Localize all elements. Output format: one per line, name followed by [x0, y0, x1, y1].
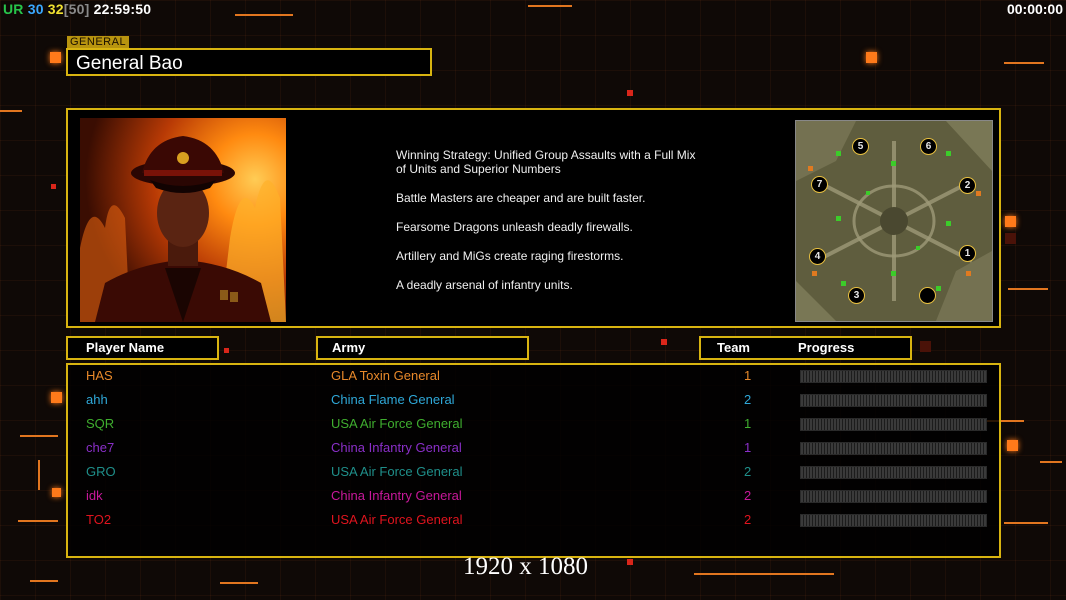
- strategy-line: Battle Masters are cheaper and are built…: [396, 191, 646, 205]
- loading-progress-bar: [800, 418, 987, 431]
- resolution-label: 1920 x 1080: [463, 553, 588, 580]
- loading-progress-bar: [800, 394, 987, 407]
- deco-line: [20, 435, 58, 437]
- deco-line: [30, 580, 58, 582]
- ur-value: 30: [27, 1, 44, 17]
- deco-line: [0, 110, 22, 112]
- general-info-panel: Winning Strategy: Unified Group Assaults…: [66, 108, 1001, 328]
- strategy-line: Winning Strategy: Unified Group Assaults…: [396, 148, 696, 176]
- deco-square: [52, 488, 61, 497]
- player-row: SQR USA Air Force General 1: [68, 415, 999, 439]
- deco-line: [1008, 288, 1048, 290]
- player-team: 1: [744, 368, 752, 383]
- player-name: SQR: [86, 416, 115, 431]
- deco-square: [920, 341, 931, 352]
- deco-line: [528, 5, 572, 7]
- start-position: 3: [848, 287, 865, 304]
- player-name: idk: [86, 488, 103, 503]
- loading-progress-bar: [800, 370, 987, 383]
- deco-square: [224, 348, 229, 353]
- player-team: 2: [744, 488, 752, 503]
- player-team: 1: [744, 416, 752, 431]
- loading-progress-bar: [800, 466, 987, 479]
- player-army: USA Air Force General: [331, 416, 463, 431]
- column-header-army: Army: [316, 336, 529, 360]
- start-position: 4: [809, 248, 826, 265]
- player-team: 2: [744, 464, 752, 479]
- player-team: 2: [744, 512, 752, 527]
- start-position: 2: [959, 177, 976, 194]
- general-portrait-art: [80, 136, 286, 322]
- start-position-empty: [919, 287, 936, 304]
- general-portrait: [80, 118, 286, 322]
- strategy-text: Winning Strategy: Unified Group Assaults…: [396, 148, 706, 307]
- loading-progress-bar: [800, 442, 987, 455]
- deco-square: [1007, 440, 1018, 451]
- column-header-team: Team: [717, 340, 750, 355]
- player-row: ahh China Flame General 2: [68, 391, 999, 415]
- start-position: 5: [852, 138, 869, 155]
- strategy-line: Artillery and MiGs create raging firesto…: [396, 249, 624, 263]
- general-label: GENERAL: [67, 36, 130, 48]
- game-timer: 00:00:00: [1006, 1, 1063, 17]
- player-name: che7: [86, 440, 115, 455]
- player-team: 1: [744, 440, 752, 455]
- deco-square: [51, 184, 56, 189]
- deco-square: [1005, 216, 1016, 227]
- deco-square: [661, 339, 667, 345]
- deco-line: [1004, 522, 1048, 524]
- player-name: ahh: [86, 392, 108, 407]
- deco-line: [1040, 461, 1062, 463]
- deco-line: [235, 14, 293, 16]
- deco-square: [627, 559, 633, 565]
- loading-progress-bar: [800, 490, 987, 503]
- general-name: General Bao: [66, 48, 432, 76]
- ur-label: UR: [3, 1, 24, 17]
- deco-line: [1004, 62, 1044, 64]
- deco-square: [1005, 233, 1016, 244]
- start-position: 6: [920, 138, 937, 155]
- player-row: idk China Infantry General 2: [68, 487, 999, 511]
- deco-square: [51, 392, 62, 403]
- player-army: China Flame General: [331, 392, 455, 407]
- start-position: 1: [959, 245, 976, 262]
- loading-progress-bar: [800, 514, 987, 527]
- column-header-progress: Progress: [798, 340, 855, 355]
- player-row: HAS GLA Toxin General 1: [68, 367, 999, 391]
- player-army: China Infantry General: [331, 440, 462, 455]
- deco-square: [866, 52, 877, 63]
- fps-value: 32: [47, 1, 64, 17]
- deco-line: [220, 582, 258, 584]
- strategy-line: A deadly arsenal of infantry units.: [396, 278, 573, 292]
- fps-max: [50]: [63, 1, 90, 17]
- player-row: che7 China Infantry General 1: [68, 439, 999, 463]
- strategy-line: Fearsome Dragons unleash deadly firewall…: [396, 220, 633, 234]
- player-list: HAS GLA Toxin General 1 ahh China Flame …: [66, 363, 1001, 558]
- player-army: USA Air Force General: [331, 512, 463, 527]
- player-team: 2: [744, 392, 752, 407]
- map-terrain: [796, 121, 992, 321]
- deco-line: [694, 573, 834, 575]
- player-army: China Infantry General: [331, 488, 462, 503]
- player-army: GLA Toxin General: [331, 368, 440, 383]
- player-row: TO2 USA Air Force General 2: [68, 511, 999, 535]
- deco-line: [38, 460, 40, 490]
- player-name: TO2: [86, 512, 112, 527]
- column-header-team-progress: Team Progress: [699, 336, 912, 360]
- player-army: USA Air Force General: [331, 464, 463, 479]
- performance-readout: UR 30 32[50] 22:59:50: [3, 1, 151, 17]
- deco-square: [627, 90, 633, 96]
- column-header-player-name: Player Name: [66, 336, 219, 360]
- player-name: HAS: [86, 368, 113, 383]
- player-name: GRO: [86, 464, 116, 479]
- start-position: 7: [811, 176, 828, 193]
- deco-line: [18, 520, 58, 522]
- deco-square: [50, 52, 61, 63]
- clock: 22:59:50: [93, 1, 152, 17]
- player-row: GRO USA Air Force General 2: [68, 463, 999, 487]
- map-preview: 5 6 7 2 4 1 3: [795, 120, 993, 322]
